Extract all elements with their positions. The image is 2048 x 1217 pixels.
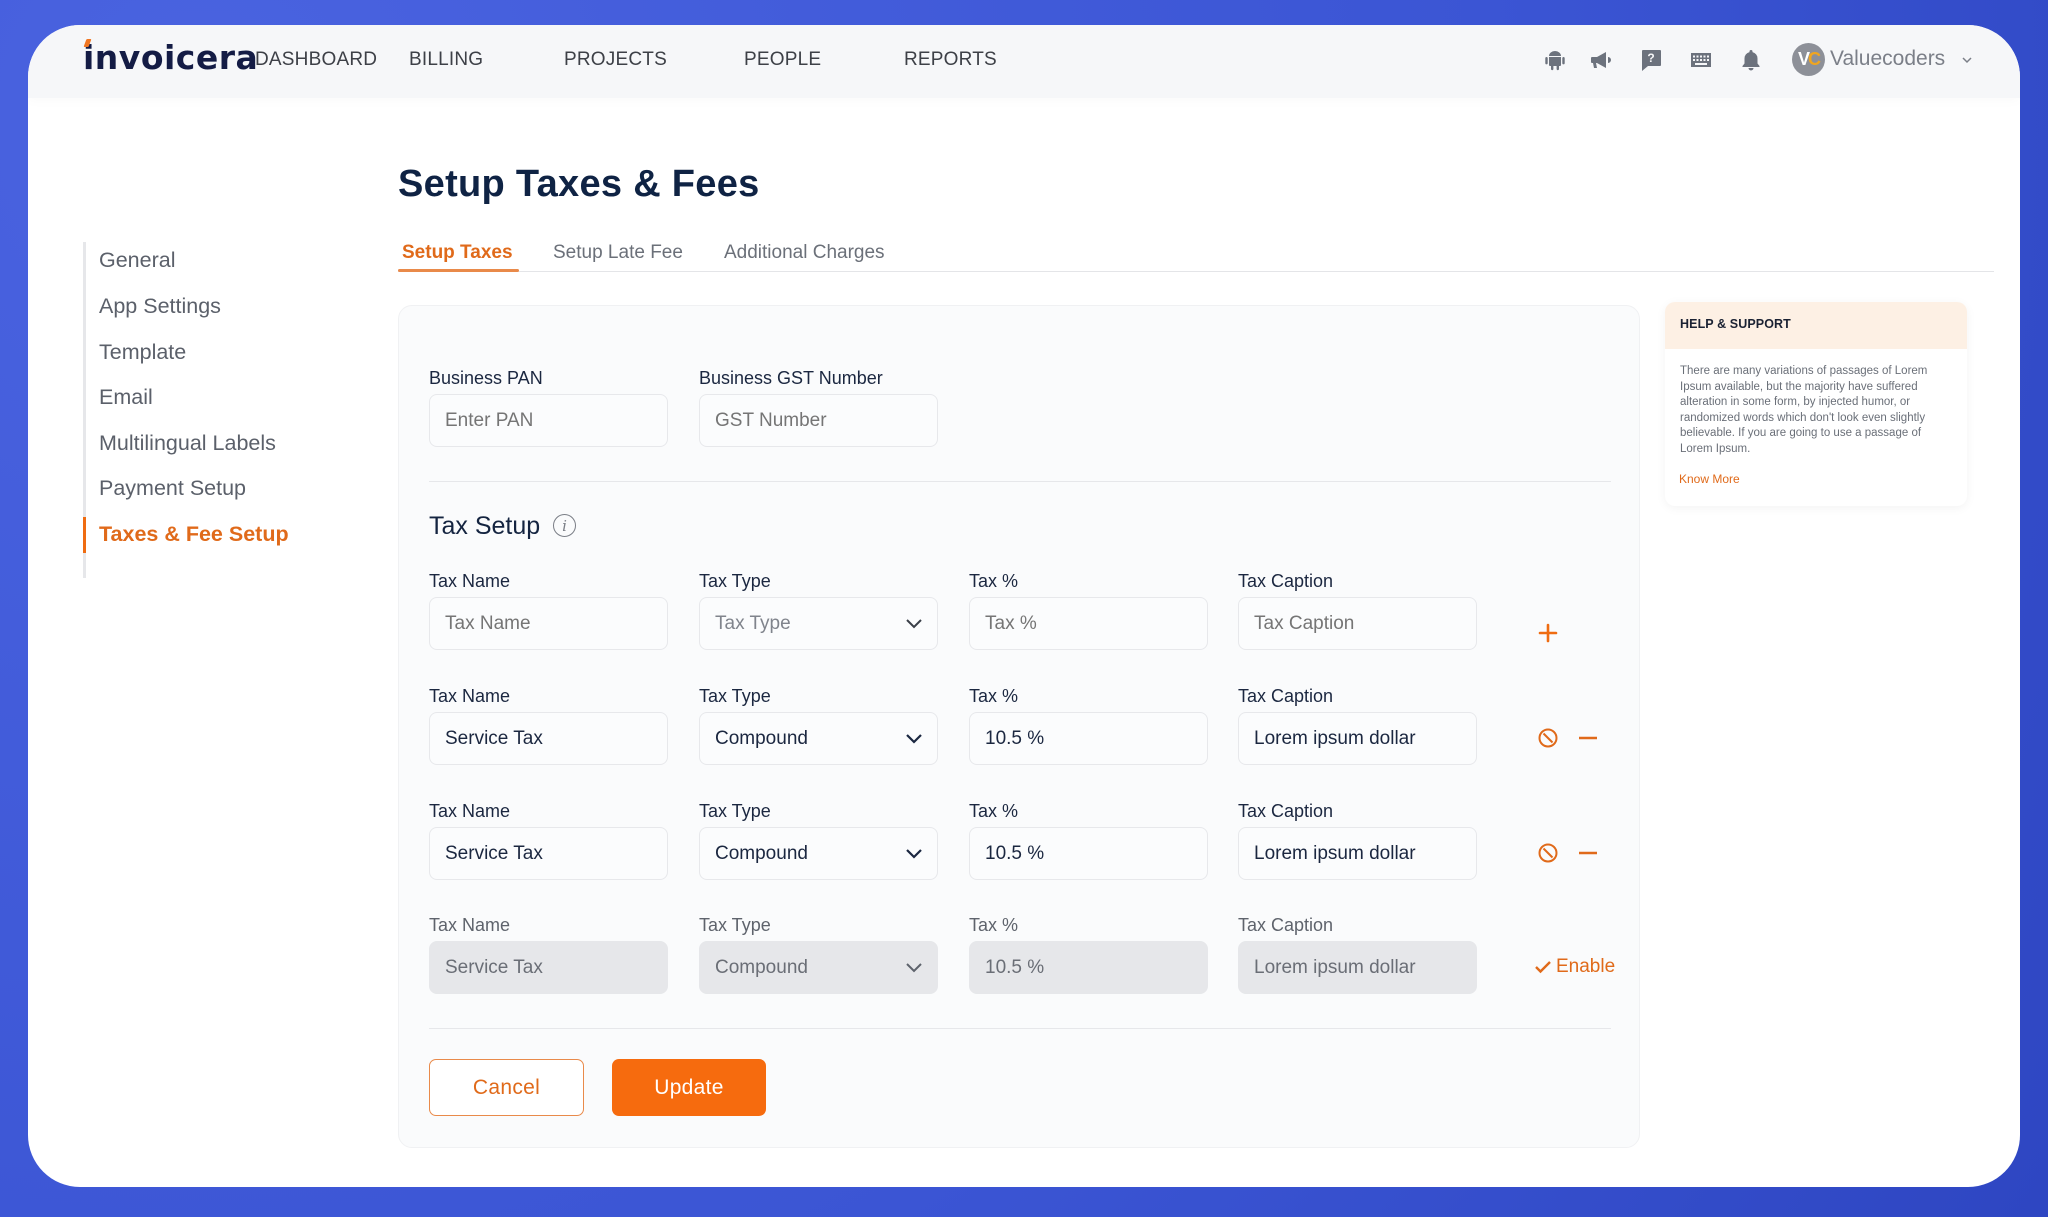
chevron-down-icon <box>906 734 922 744</box>
sidebar-item-multilingual-labels[interactable]: Multilingual Labels <box>99 431 276 456</box>
tax-name-input[interactable]: Service Tax <box>429 712 668 765</box>
sidebar-item-taxes-fee-setup[interactable]: Taxes & Fee Setup <box>99 522 289 547</box>
enable-button[interactable]: Enable <box>1534 956 1615 978</box>
remove-icon[interactable] <box>1577 842 1599 864</box>
business-pan-input[interactable] <box>429 394 668 447</box>
sidebar-item-template[interactable]: Template <box>99 340 186 365</box>
tax-percent-label: Tax % <box>969 571 1019 591</box>
tax-caption-label: Tax Caption <box>1238 915 1334 935</box>
avatar-initial-v: V <box>1797 49 1810 69</box>
tab-additional-charges[interactable]: Additional Charges <box>724 242 885 264</box>
sidebar-item-email[interactable]: Email <box>99 385 153 410</box>
tax-caption-input[interactable]: Lorem ipsum dollar <box>1238 827 1477 880</box>
tax-percent-label: Tax % <box>969 801 1019 821</box>
tax-caption-label: Tax Caption <box>1238 686 1334 706</box>
help-title: HELP & SUPPORT <box>1665 302 1967 349</box>
business-gst-input[interactable] <box>699 394 938 447</box>
nav-billing[interactable]: BILLING <box>409 49 483 71</box>
tax-type-select[interactable]: Compound <box>699 712 938 765</box>
tax-name-input[interactable]: Service Tax <box>429 827 668 880</box>
tax-caption-input: Lorem ipsum dollar <box>1238 941 1477 994</box>
tax-type-value: Compound <box>715 727 808 749</box>
tax-name-label: Tax Name <box>429 686 511 706</box>
nav-reports[interactable]: REPORTS <box>904 49 997 71</box>
tax-percent-label: Tax % <box>969 915 1019 935</box>
megaphone-icon[interactable] <box>1588 47 1614 73</box>
tax-name-input: Service Tax <box>429 941 668 994</box>
tax-name-input[interactable] <box>429 597 668 650</box>
sidebar-item-app-settings[interactable]: App Settings <box>99 294 221 319</box>
disable-icon[interactable] <box>1537 727 1559 749</box>
tax-percent-input: 10.5 % <box>969 941 1208 994</box>
chevron-down-icon <box>906 963 922 973</box>
tab-setup-late-fee[interactable]: Setup Late Fee <box>553 242 683 264</box>
section-divider <box>429 481 1611 482</box>
logo[interactable]: invoicera <box>83 38 258 78</box>
tax-type-label: Tax Type <box>699 801 771 821</box>
bell-icon[interactable] <box>1738 47 1764 73</box>
business-pan-label: Business PAN <box>429 368 543 388</box>
tax-type-value: Compound <box>715 956 808 978</box>
tax-type-value: Compound <box>715 842 808 864</box>
android-icon[interactable] <box>1542 47 1568 73</box>
tax-name-label: Tax Name <box>429 571 511 591</box>
tab-setup-taxes[interactable]: Setup Taxes <box>402 242 513 264</box>
active-tab-indicator <box>398 269 519 272</box>
nav-projects[interactable]: PROJECTS <box>564 49 667 71</box>
tax-name-label: Tax Name <box>429 801 511 821</box>
help-body: There are many variations of passages of… <box>1680 365 1928 455</box>
sidebar-active-indicator <box>83 517 86 553</box>
avatar-initial-c: C <box>1808 49 1821 69</box>
user-name[interactable]: Valuecoders <box>1830 47 1945 71</box>
sidebar-item-general[interactable]: General <box>99 248 176 273</box>
tax-percent-input[interactable]: 10.5 % <box>969 712 1208 765</box>
tax-type-label: Tax Type <box>699 571 771 591</box>
tax-type-label: Tax Type <box>699 686 771 706</box>
svg-text:?: ? <box>1647 51 1654 65</box>
app-window: invoicera DASHBOARD BILLING PROJECTS PEO… <box>28 25 2020 1187</box>
business-gst-label: Business GST Number <box>699 368 883 388</box>
tax-type-label: Tax Type <box>699 915 771 935</box>
chevron-down-icon <box>906 619 922 629</box>
update-button[interactable]: Update <box>612 1059 766 1116</box>
help-support-card: HELP & SUPPORT There are many variations… <box>1665 302 1967 506</box>
add-icon[interactable] <box>1537 622 1559 644</box>
tax-type-placeholder: Tax Type <box>715 612 791 634</box>
nav-dashboard[interactable]: DASHBOARD <box>255 49 377 71</box>
keyboard-icon[interactable] <box>1688 47 1714 73</box>
tax-percent-input[interactable]: 10.5 % <box>969 827 1208 880</box>
tax-type-select[interactable]: Tax Type <box>699 597 938 650</box>
remove-icon[interactable] <box>1577 727 1599 749</box>
tax-percent-input[interactable] <box>969 597 1208 650</box>
help-icon[interactable]: ? <box>1638 47 1664 73</box>
avatar[interactable]: VC <box>1792 43 1825 76</box>
page-title: Setup Taxes & Fees <box>398 163 760 205</box>
enable-label: Enable <box>1556 956 1616 977</box>
disable-icon[interactable] <box>1537 842 1559 864</box>
tabs-divider <box>398 271 1994 272</box>
top-navbar: invoicera DASHBOARD BILLING PROJECTS PEO… <box>28 25 2020 98</box>
tax-percent-label: Tax % <box>969 686 1019 706</box>
tax-type-select: Compound <box>699 941 938 994</box>
cancel-button[interactable]: Cancel <box>429 1059 584 1116</box>
tax-caption-input[interactable]: Lorem ipsum dollar <box>1238 712 1477 765</box>
info-icon[interactable]: i <box>553 514 576 537</box>
actions-divider <box>429 1028 1611 1029</box>
sidebar-item-payment-setup[interactable]: Payment Setup <box>99 476 246 501</box>
tax-form-card: Business PAN Business GST Number Tax Set… <box>398 305 1640 1148</box>
tax-name-label: Tax Name <box>429 915 511 935</box>
chevron-down-icon <box>906 849 922 859</box>
chevron-down-icon[interactable] <box>1960 53 1974 67</box>
logo-text: invoicera <box>83 38 259 77</box>
know-more-link[interactable]: Know More <box>1679 472 1740 486</box>
tax-caption-label: Tax Caption <box>1238 571 1334 591</box>
tax-setup-title: Tax Setup <box>429 512 541 540</box>
tax-caption-input[interactable] <box>1238 597 1477 650</box>
tax-caption-label: Tax Caption <box>1238 801 1334 821</box>
nav-people[interactable]: PEOPLE <box>744 49 821 71</box>
tax-type-select[interactable]: Compound <box>699 827 938 880</box>
check-icon <box>1535 961 1551 974</box>
